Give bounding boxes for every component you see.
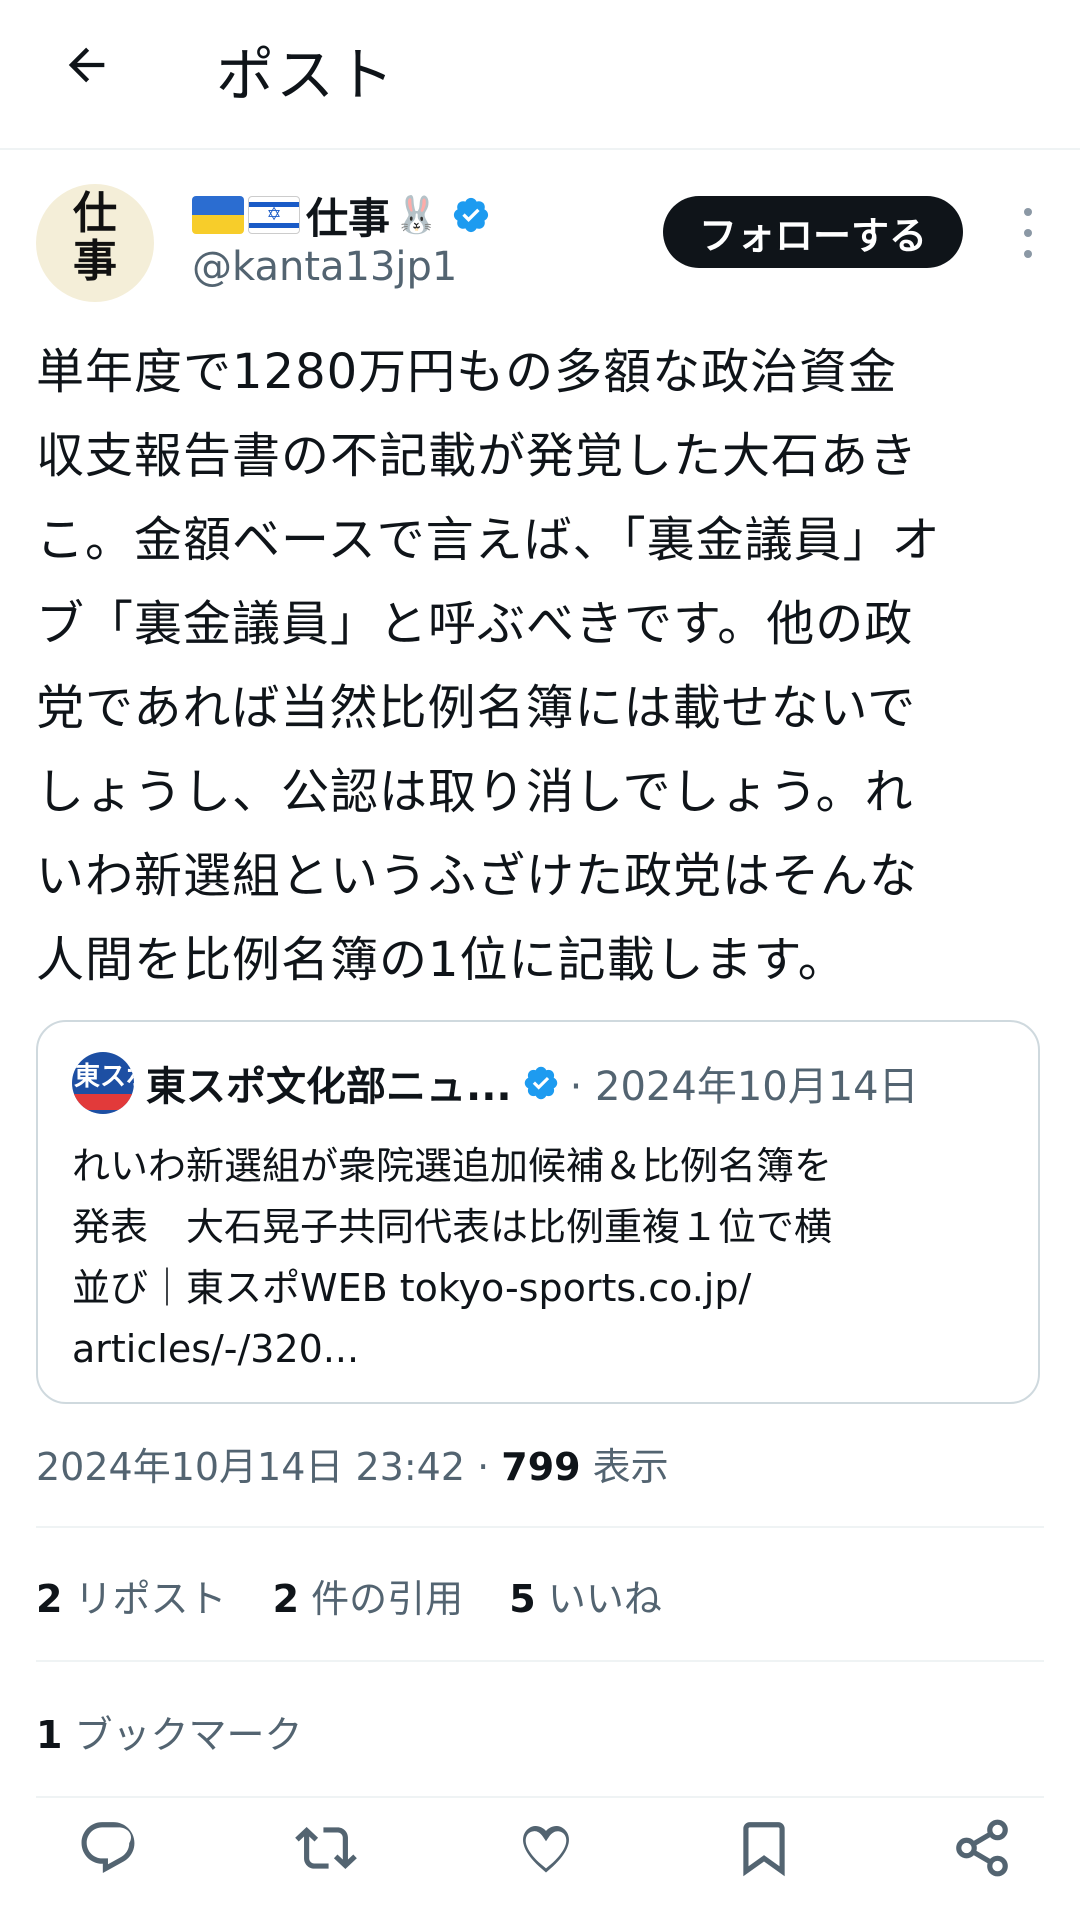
reply-button[interactable] <box>68 1808 148 1888</box>
top-bar: ポスト <box>0 0 1080 150</box>
divider <box>36 1796 1044 1798</box>
share-button[interactable] <box>942 1808 1022 1888</box>
display-name-text: 仕事 <box>306 193 391 243</box>
repost-button[interactable] <box>286 1808 366 1888</box>
ukraine-flag-icon <box>192 196 244 234</box>
reply-icon <box>81 1822 135 1874</box>
avatar[interactable]: 仕 事 <box>36 184 154 302</box>
views-count: 799 <box>501 1445 581 1489</box>
avatar-logo: 仕 事 <box>73 188 117 287</box>
author-info[interactable]: ✡ 仕事 🐰 @kanta13jp1 <box>192 188 491 290</box>
bookmarks-stat[interactable]: 1 ブックマーク <box>36 1704 303 1759</box>
display-name[interactable]: ✡ 仕事 🐰 <box>192 188 491 243</box>
post-meta: 2024年10月14日 23:42 · 799 表示 <box>36 1436 669 1491</box>
quoted-date: · 2024年10月14日 <box>569 1064 919 1110</box>
back-arrow-icon <box>68 47 105 83</box>
quoted-post-text: れいわ新選組が衆院選追加候補＆比例名簿を 発表 大石晃子共同代表は比例重複１位で… <box>72 1144 833 1371</box>
like-icon <box>523 1826 569 1873</box>
rabbit-icon: 🐰 <box>394 195 439 236</box>
quoted-author-name: 東スポ文化部ニュ... <box>146 1064 512 1110</box>
like-button[interactable] <box>506 1808 586 1888</box>
follow-button[interactable]: フォローする <box>663 196 963 268</box>
post-text: 単年度で1280万円もの多額な政治資金 収支報告書の不記載が発覚した大石あき こ… <box>36 344 941 988</box>
back-button[interactable] <box>52 30 122 100</box>
views-label: 表示 <box>580 1445 669 1489</box>
verified-icon <box>524 1066 557 1100</box>
israel-flag-icon: ✡ <box>248 196 300 234</box>
more-icon <box>1024 208 1032 216</box>
bookmark-button[interactable] <box>724 1808 804 1888</box>
likes-stat[interactable]: 5 いいね <box>509 1577 662 1621</box>
quotes-stat[interactable]: 2 件の引用 <box>273 1577 464 1621</box>
engagement-stats: 2 リポスト 2 件の引用 5 いいね <box>36 1568 696 1623</box>
divider <box>36 1660 1044 1662</box>
reposts-stat[interactable]: 2 リポスト <box>36 1577 227 1621</box>
timestamp[interactable]: 2024年10月14日 23:42 · <box>36 1445 501 1489</box>
repost-icon <box>295 1827 357 1869</box>
verified-icon <box>453 197 488 233</box>
user-handle[interactable]: @kanta13jp1 <box>192 244 491 290</box>
bookmark-icon <box>743 1822 785 1877</box>
action-bar <box>36 1808 1044 1900</box>
share-icon <box>956 1819 1008 1877</box>
quoted-post-header: 東スポ 東スポ文化部ニュ... · 2024年10月14日 <box>72 1052 919 1114</box>
page-title: ポスト <box>216 41 397 109</box>
divider <box>36 1526 1044 1528</box>
quoted-post[interactable]: 東スポ 東スポ文化部ニュ... · 2024年10月14日 れいわ新選組が衆院選… <box>36 1020 1040 1404</box>
more-button[interactable] <box>1008 208 1048 258</box>
quoted-avatar: 東スポ <box>72 1052 134 1114</box>
